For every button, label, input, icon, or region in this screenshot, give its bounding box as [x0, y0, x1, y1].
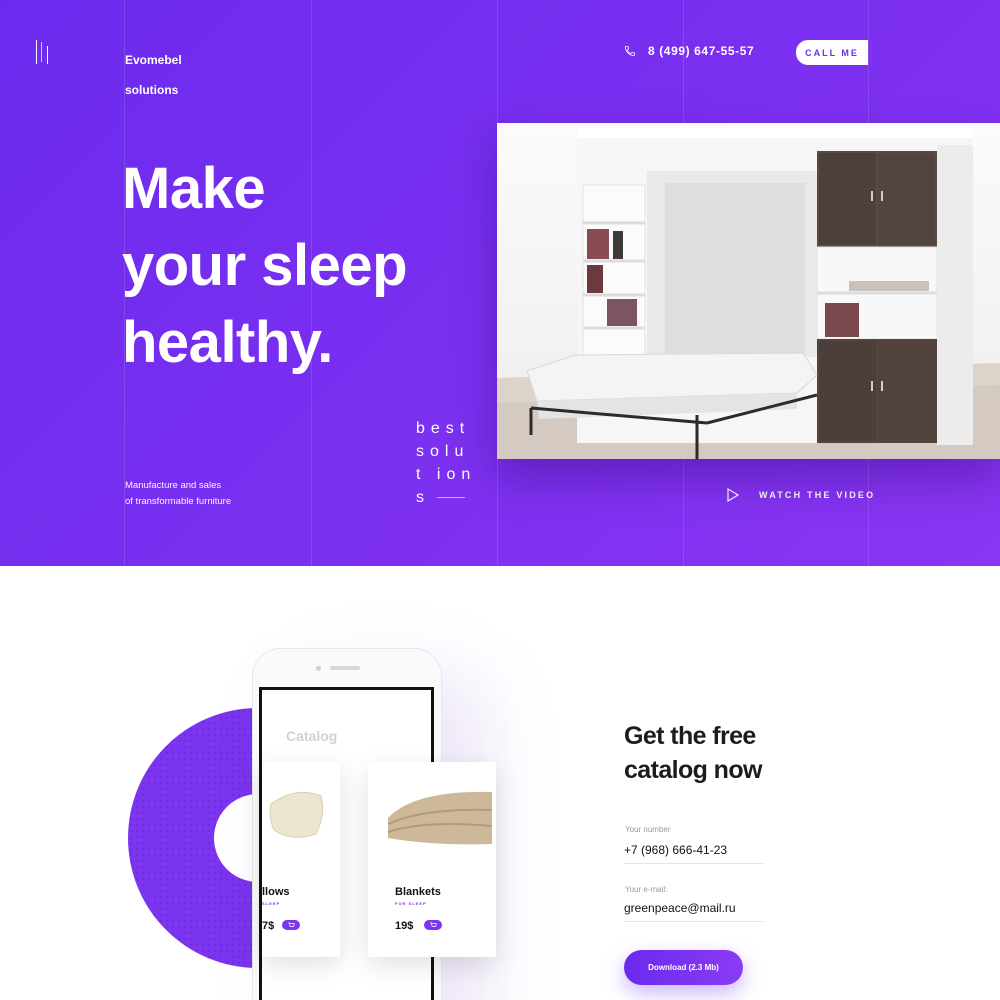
form-title-line: catalog now	[624, 756, 762, 784]
email-label: Your e-mail:	[625, 885, 668, 894]
email-input[interactable]	[624, 901, 764, 922]
hero-photo-murphy-bed	[497, 123, 1000, 459]
tagline-line: of transformable furniture	[125, 496, 232, 507]
brand-line-2: solutions	[125, 83, 179, 97]
phone-speaker	[330, 666, 360, 670]
cart-icon	[287, 922, 295, 927]
headline-line: healthy.	[122, 310, 333, 375]
divider-line	[437, 497, 465, 498]
phone-icon	[625, 46, 635, 56]
best-solutions-text: best solu t ion s	[416, 417, 476, 509]
card-price-pillows: 7$	[262, 920, 275, 932]
headline-line: your sleep	[122, 233, 408, 298]
headline-line: Make	[122, 156, 266, 221]
number-label: Your number	[625, 825, 671, 834]
call-me-button[interactable]: CALL ME	[796, 40, 868, 65]
cart-icon	[429, 922, 437, 927]
blanket-image	[387, 791, 493, 845]
pillow-image	[269, 791, 324, 838]
add-to-cart-blankets[interactable]	[424, 920, 442, 930]
hero-headline: Make your sleep healthy.	[122, 150, 408, 381]
watch-video-label: WATCH THE VIDEO	[759, 490, 876, 500]
card-subtitle-pillows: SLEEP	[262, 901, 281, 906]
brand-line-1: Evomebel	[125, 53, 182, 67]
best-line: solu	[416, 443, 470, 460]
tagline-line: Manufacture and sales	[125, 480, 222, 491]
phone-number: 8 (499) 647-55-57	[648, 44, 755, 58]
best-line: t ion	[416, 466, 477, 483]
brand-name[interactable]: Evomebel solutions	[125, 38, 182, 113]
number-input[interactable]	[624, 843, 764, 864]
form-title-line: Get the free	[624, 722, 756, 750]
phone-camera	[316, 666, 321, 671]
screen-catalog-title: Catalog	[286, 728, 338, 744]
hero-tagline: Manufacture and sales of transformable f…	[125, 478, 231, 510]
header-phone[interactable]: 8 (499) 647-55-57	[624, 44, 754, 58]
watch-video-link[interactable]: WATCH THE VIDEO	[727, 488, 875, 502]
logo-mark-icon[interactable]	[36, 40, 50, 64]
play-icon	[727, 488, 739, 502]
card-title-pillows: llows	[262, 886, 290, 898]
card-subtitle-blankets: FOR SLEEP	[395, 901, 427, 906]
download-button[interactable]: Download (2.3 Mb)	[624, 950, 743, 985]
best-line: best	[416, 420, 471, 437]
card-price-blankets: 19$	[395, 920, 414, 932]
form-title: Get the free catalog now	[624, 719, 762, 787]
add-to-cart-pillows[interactable]	[282, 920, 300, 930]
card-title-blankets: Blankets	[395, 886, 441, 898]
